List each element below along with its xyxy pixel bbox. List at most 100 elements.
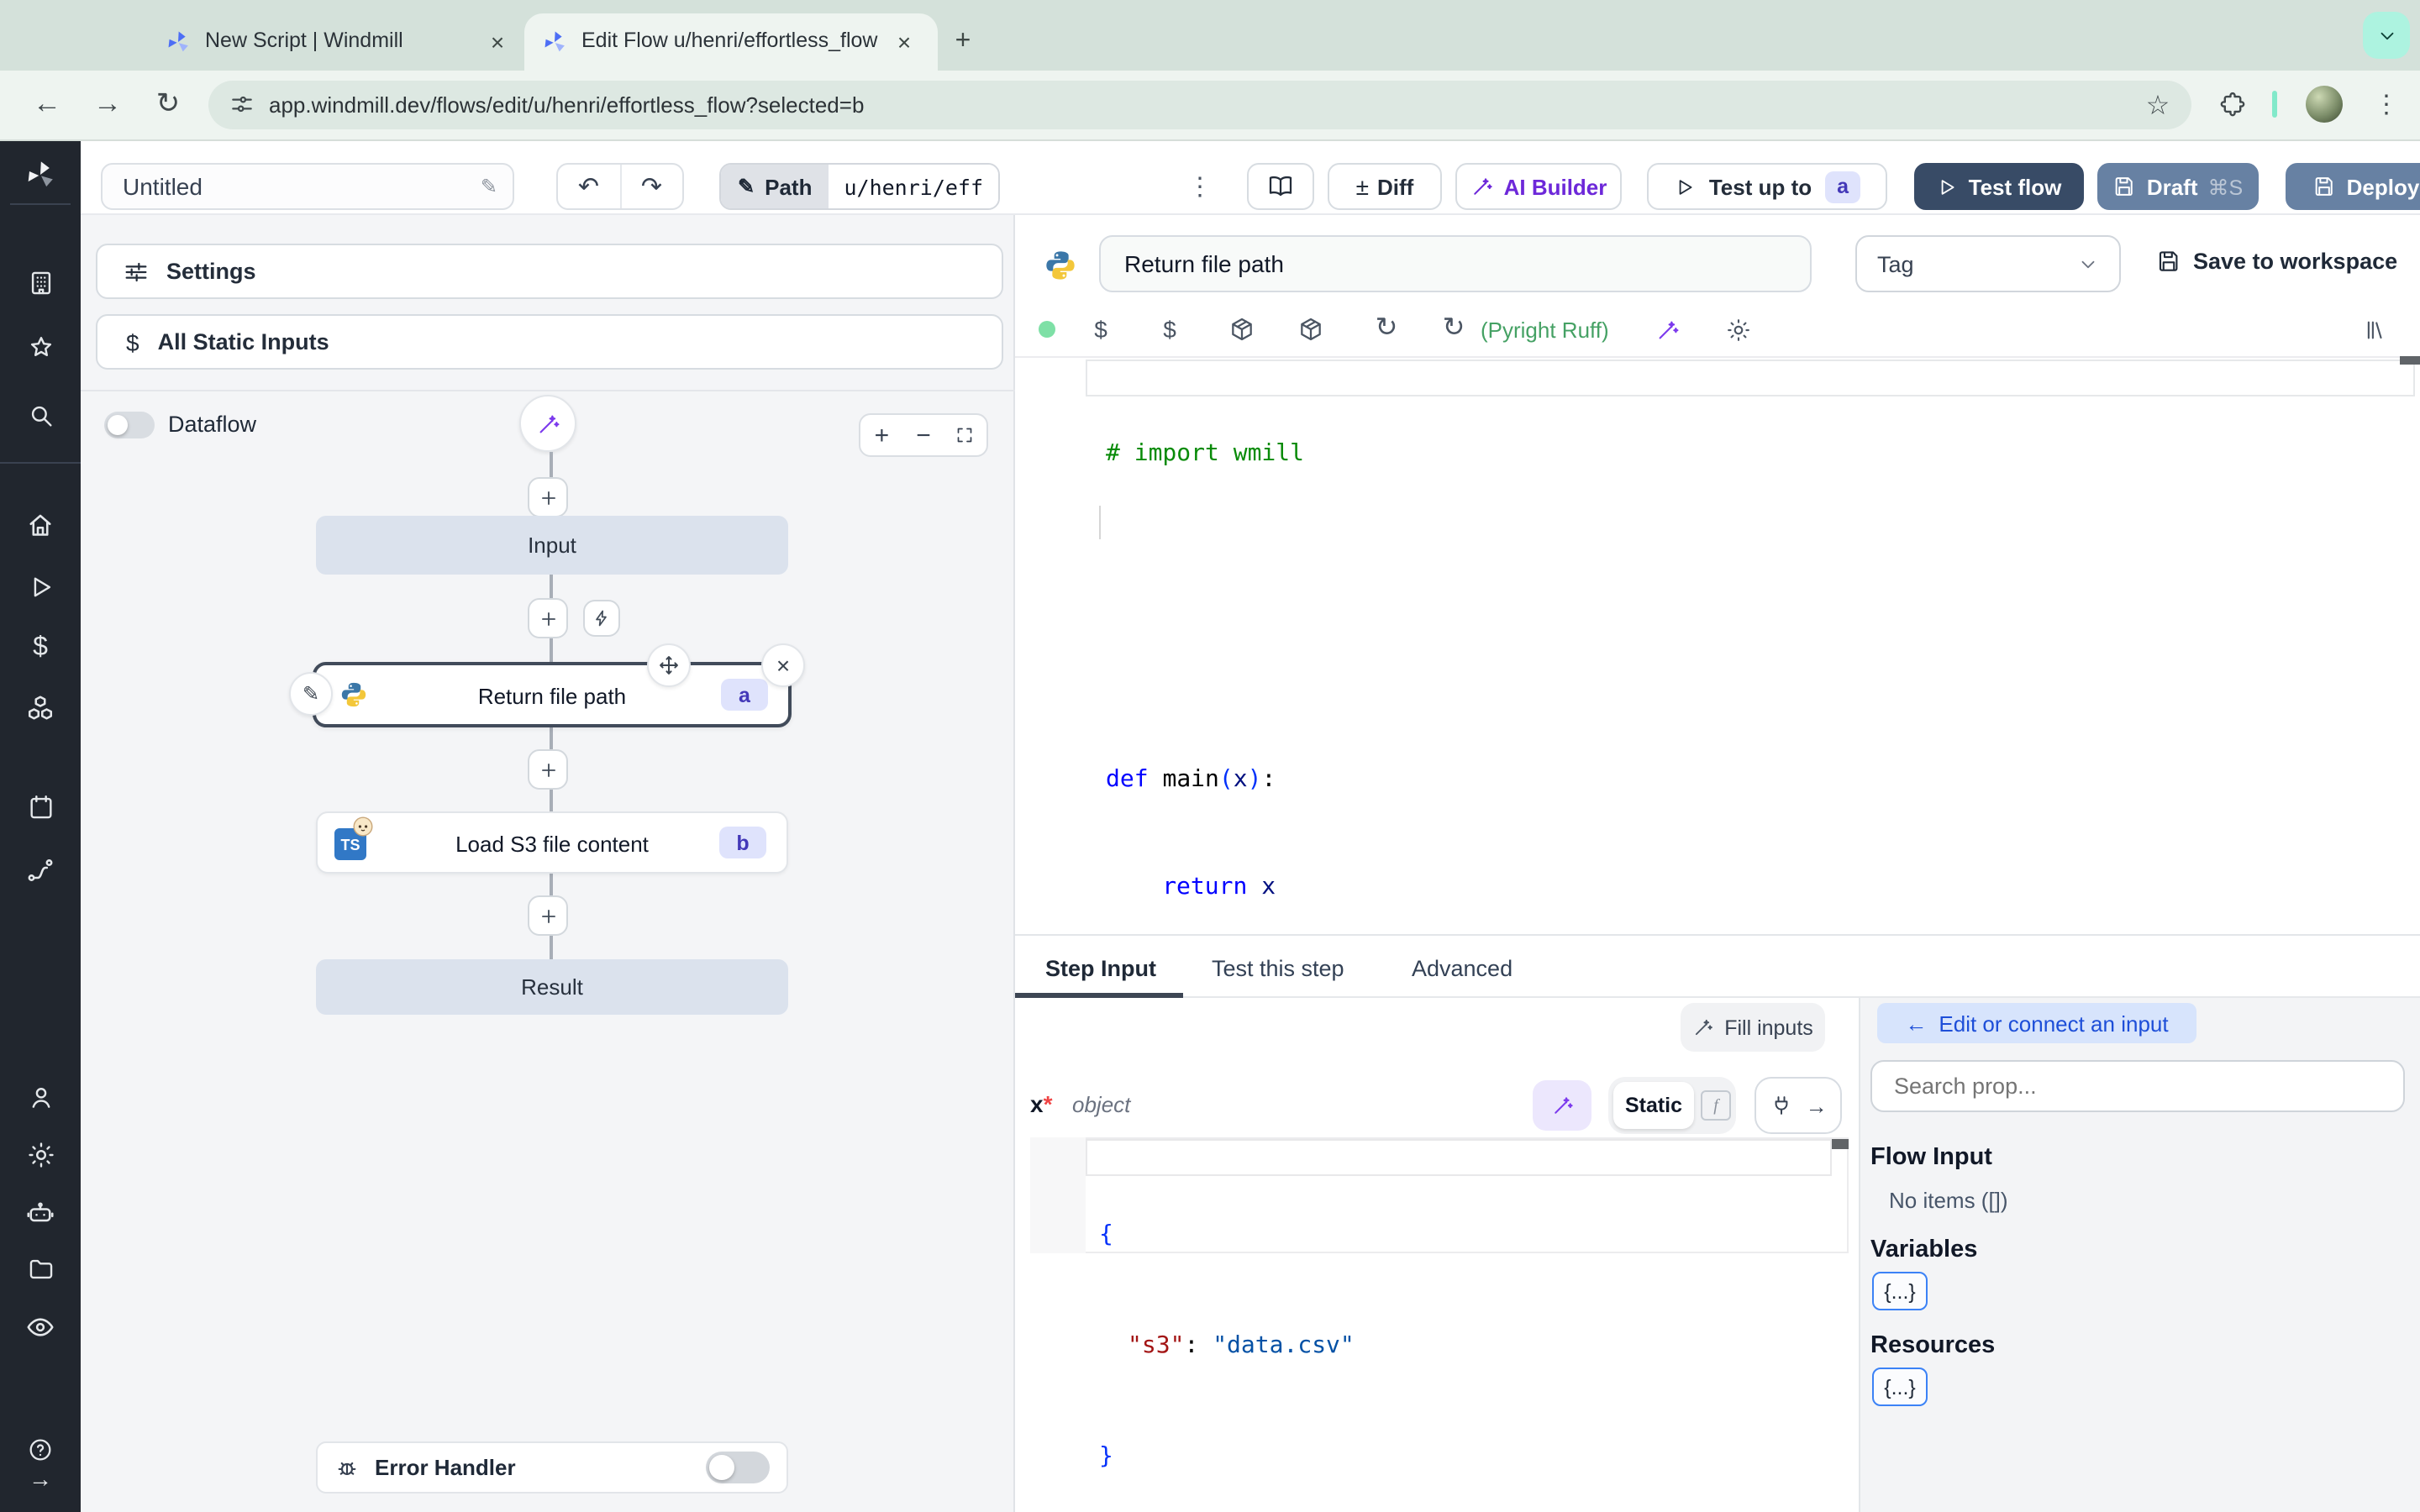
dataflow-toggle[interactable] [104,412,155,438]
error-handler-row[interactable]: Error Handler [316,1441,788,1494]
scrollbar-thumb[interactable] [2400,356,2420,365]
tab-test-this-step[interactable]: Test this step [1212,956,1344,981]
draft-button[interactable]: Draft ⌘S [2097,163,2259,210]
sidebar-item-folders[interactable] [0,1255,81,1284]
move-step-button[interactable] [647,643,691,687]
step-name-field[interactable] [1099,235,1812,292]
browser-tab-edit-flow[interactable]: Edit Flow u/henri/effortless_flow × [524,13,938,71]
search-prop-input[interactable] [1891,1072,2385,1100]
sidebar-item-settings[interactable] [0,1141,81,1169]
ai-assist-wand-icon[interactable] [1655,318,1681,343]
tab-advanced[interactable]: Advanced [1412,956,1512,981]
add-step-button[interactable] [528,598,568,638]
bookmark-star-icon[interactable]: ☆ [2141,89,2175,123]
test-up-to-button[interactable]: Test up to a [1647,163,1887,210]
step-name-input[interactable] [1121,249,1783,279]
avatar[interactable] [2306,86,2343,123]
sidebar-item-schedules[interactable] [0,793,81,822]
flow-name-input[interactable] [119,171,462,202]
edit-step-pencil-button[interactable]: ✎ [289,672,333,716]
path-group[interactable]: ✎ Path u/henri/eff [719,163,1001,210]
browser-tab-new-script[interactable]: New Script | Windmill × [145,13,521,71]
arg-ai-wand-button[interactable] [1533,1080,1591,1131]
fill-inputs-button[interactable]: Fill inputs [1681,1003,1825,1052]
scrollbar-thumb[interactable] [1832,1139,1849,1149]
variables-picker-icon[interactable]: $ [1087,316,1114,343]
resources-picker-icon[interactable]: $ [1156,316,1183,343]
browser-menu-kebab-icon[interactable]: ⋮ [2366,82,2407,126]
zoom-out-button[interactable]: − [903,415,944,455]
code-content[interactable]: # import wmill def main(x): return x [1106,365,1304,979]
sidebar-item-workers[interactable] [0,1198,81,1228]
tab-close-icon[interactable]: × [887,25,921,59]
flow-node-result[interactable]: Result [316,959,788,1015]
flow-node-step-a[interactable]: Return file path a [313,662,792,727]
tab-search-button[interactable] [2363,12,2410,59]
save-to-workspace-button[interactable]: Save to workspace [2156,249,2397,274]
package-icon[interactable] [1228,316,1255,343]
sidebar-item-resources[interactable] [0,694,81,724]
flow-node-input[interactable]: Input [316,516,788,575]
new-tab-button[interactable]: + [944,24,981,60]
add-step-button[interactable] [528,749,568,790]
fit-view-button[interactable] [944,415,986,455]
sidebar-item-audit-logs[interactable] [0,1312,81,1342]
sidebar-item-variables[interactable]: $ [0,633,81,664]
undo-button[interactable]: ↶ [558,165,621,208]
sidebar-collapse-icon[interactable]: → [0,1465,81,1492]
sidebar-item-home[interactable] [0,511,81,541]
error-handler-toggle[interactable] [706,1452,770,1483]
address-bar[interactable]: app.windmill.dev/flows/edit/u/henri/effo… [208,81,2191,129]
sidebar-item-search[interactable] [0,402,81,430]
tag-select[interactable]: Tag [1855,235,2121,292]
library-icon[interactable] [2363,318,2388,343]
variables-object-button[interactable]: {...} [1872,1272,1928,1310]
add-trigger-button[interactable] [583,600,620,637]
tab-step-input[interactable]: Step Input [1045,956,1156,981]
flow-settings-button[interactable]: Settings [96,244,1003,299]
docs-button[interactable] [1247,163,1314,210]
resources-object-button[interactable]: {...} [1872,1368,1928,1406]
tab-close-icon[interactable]: × [481,25,514,59]
search-prop-field[interactable] [1870,1060,2405,1112]
reload-lsp-icon[interactable]: ↻ [1371,312,1402,343]
splitter[interactable] [1015,934,2420,936]
sidebar-item-favorites[interactable] [0,334,81,363]
sidebar-item-triggers[interactable] [0,855,81,885]
all-static-inputs-button[interactable]: $ All Static Inputs [96,314,1003,370]
deploy-button[interactable]: Deploy [2286,163,2420,210]
package-icon[interactable] [1297,316,1324,343]
static-mode-button[interactable]: Static [1613,1082,1694,1129]
reload-icon[interactable]: ↻ [145,81,192,128]
extensions-puzzle-icon[interactable] [2218,91,2247,119]
redo-button[interactable]: ↷ [621,165,682,208]
help-icon[interactable] [0,1436,81,1463]
json-content[interactable]: { "s3": "data.csv" } [1099,1142,1355,1512]
add-step-button[interactable] [528,477,568,517]
delete-step-button[interactable]: × [761,643,805,687]
sidebar-item-users[interactable] [0,1084,81,1112]
ai-builder-button[interactable]: AI Builder [1455,163,1622,210]
javascript-expr-icon[interactable]: f [1701,1090,1731,1121]
arrow-right-icon[interactable]: → [1806,1093,1828,1118]
forward-icon[interactable]: → [84,81,131,128]
python-icon [1044,249,1077,291]
test-flow-button[interactable]: Test flow [1914,163,2084,210]
path-button[interactable]: ✎ Path [721,165,829,208]
sidebar-item-workspace[interactable] [0,269,81,297]
editor-settings-gear-icon[interactable] [1726,318,1751,343]
edit-or-connect-button[interactable]: ← Edit or connect an input [1877,1003,2196,1043]
sidebar-item-runs[interactable] [0,573,81,601]
flow-ai-wand-button[interactable] [519,395,576,452]
flow-name-field[interactable]: ✎ [101,163,514,210]
back-icon[interactable]: ← [24,81,71,128]
format-icon[interactable]: ↻ [1439,312,1469,343]
site-settings-icon[interactable] [229,91,255,118]
add-step-button[interactable] [528,895,568,936]
toolbar-kebab-icon[interactable]: ⋮ [1183,163,1217,210]
diff-button[interactable]: ± Diff [1328,163,1442,210]
zoom-in-button[interactable]: + [860,415,903,455]
flow-node-step-b[interactable]: TS Load S3 file content b [316,811,788,874]
plug-icon[interactable] [1769,1094,1792,1117]
windmill-logo[interactable] [0,158,81,192]
